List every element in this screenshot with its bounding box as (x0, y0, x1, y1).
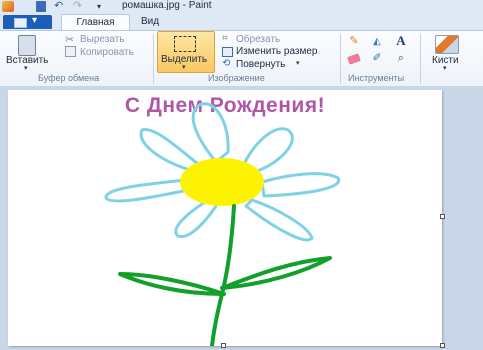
copy-icon (65, 46, 76, 57)
magnifier-icon[interactable]: ⌕ (394, 52, 408, 65)
petal-right (260, 172, 341, 198)
ribbon: Вставить ▾ ✂ Вырезать Копировать Буфер о… (0, 30, 483, 87)
tab-home-label: Главная (76, 17, 115, 28)
brushes-dropdown-icon: ▾ (443, 65, 447, 72)
select-button[interactable]: Выделить ▾ (157, 31, 215, 73)
crop-button[interactable]: Обрезать (236, 34, 280, 45)
resize-button[interactable]: Изменить размер (236, 46, 317, 57)
group-separator (420, 34, 421, 84)
image-group-label: Изображение (208, 73, 265, 83)
eraser-icon[interactable] (346, 53, 362, 65)
fill-bucket-icon[interactable]: ◭ (370, 35, 384, 48)
save-icon[interactable] (36, 1, 46, 12)
brush-icon (435, 35, 459, 54)
undo-icon[interactable]: ↶ (54, 1, 65, 12)
rotate-button[interactable]: Повернуть (236, 59, 285, 70)
customize-qat-icon[interactable]: ▾ (97, 1, 106, 12)
color-picker-icon[interactable]: ✐ (370, 52, 384, 65)
resize-icon (222, 47, 233, 57)
paint-app-icon[interactable] (2, 1, 14, 12)
pencil-icon[interactable]: ✎ (347, 35, 361, 48)
group-separator (153, 34, 154, 84)
petal-left-lower (104, 178, 190, 203)
paste-dropdown-icon: ▾ (24, 65, 28, 72)
file-menu-button[interactable]: ▾ (3, 15, 52, 29)
chamomile-drawing (104, 102, 341, 346)
stem (210, 204, 236, 346)
cut-button[interactable]: Вырезать (80, 34, 124, 45)
canvas-resize-handle-bottom[interactable] (221, 343, 226, 348)
rotate-icon: ⟲ (222, 58, 231, 69)
petal-bottom-right (244, 198, 314, 242)
tools-group-label: Инструменты (348, 73, 405, 83)
left-leaf (118, 272, 226, 296)
clipboard-group-label: Буфер обмена (38, 73, 100, 83)
tab-view[interactable]: Вид (141, 16, 159, 27)
canvas-resize-handle-corner[interactable] (440, 343, 445, 348)
rotate-dropdown-icon[interactable]: ▾ (296, 59, 300, 67)
right-leaf (220, 256, 332, 290)
title-bar: ↶ ↷ ▾ ромашка.jpg - Paint (0, 0, 483, 14)
select-dropdown-icon: ▾ (182, 64, 186, 71)
paste-button[interactable]: Вставить ▾ (4, 32, 50, 72)
brushes-button[interactable]: Кисти ▾ (426, 32, 470, 72)
paste-icon (18, 35, 36, 56)
canvas-resize-handle-right[interactable] (440, 214, 445, 219)
drawing-canvas[interactable]: С Днем Рождения! (8, 90, 442, 346)
cut-icon: ✂ (65, 34, 75, 46)
crop-icon: ⌗ (222, 33, 228, 44)
file-menu-arrow: ▾ (32, 15, 38, 26)
select-rectangle-icon (174, 36, 196, 52)
window-title: ромашка.jpg - Paint (122, 0, 212, 11)
tab-home[interactable]: Главная (61, 14, 130, 31)
flower-center (180, 158, 264, 206)
group-separator (340, 34, 341, 84)
file-menu-icon (14, 18, 27, 28)
text-tool-icon[interactable]: A (394, 34, 408, 47)
redo-icon[interactable]: ↷ (73, 1, 84, 12)
petal-top (191, 102, 230, 164)
copy-button[interactable]: Копировать (80, 47, 134, 58)
petal-left-upper (139, 128, 200, 172)
ribbon-tabs: ▾ Главная Вид (0, 14, 483, 31)
